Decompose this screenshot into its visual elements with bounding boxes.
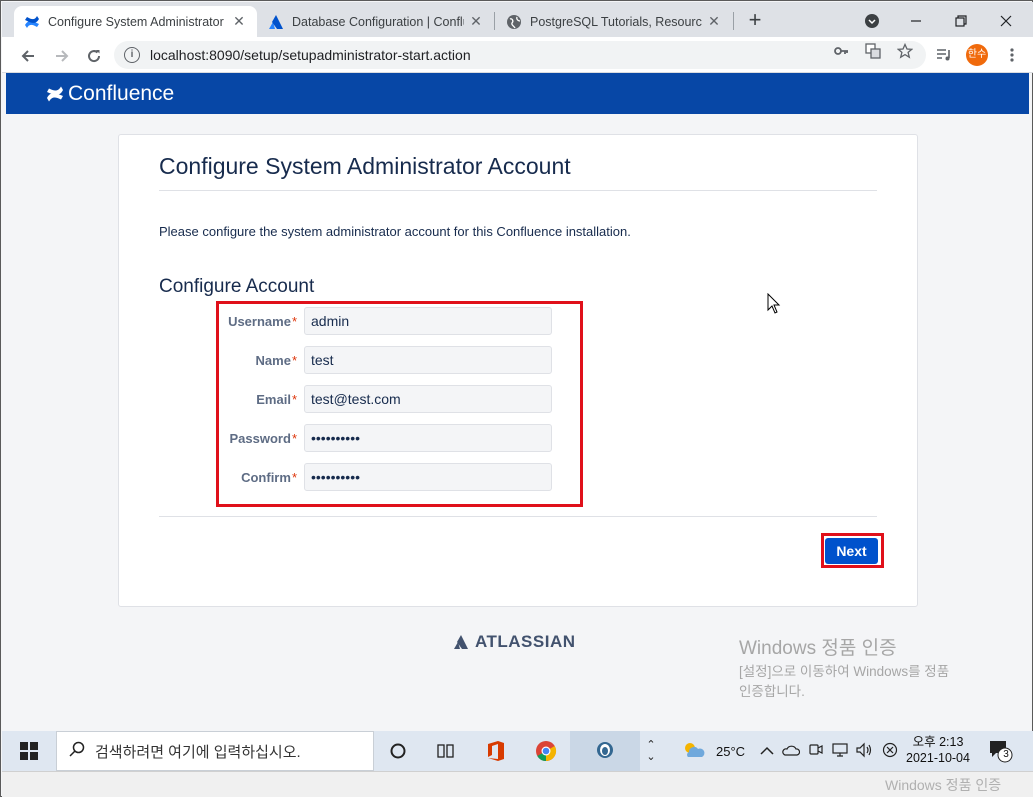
url-text: localhost:8090/setup/setupadministrator-…	[150, 47, 471, 63]
weather-icon	[685, 743, 705, 757]
name-field[interactable]	[304, 346, 552, 374]
password-field[interactable]	[304, 424, 552, 452]
setup-card: Configure System Administrator Account P…	[118, 134, 918, 607]
vm-status-bar: Windows 정품 인증	[2, 771, 1033, 797]
menu-icon[interactable]	[1000, 43, 1024, 67]
volume-icon[interactable]	[856, 742, 874, 761]
network-icon[interactable]	[832, 742, 848, 761]
back-icon[interactable]	[16, 43, 40, 67]
task-view-icon[interactable]	[422, 731, 470, 771]
close-icon[interactable]: ✕	[468, 13, 484, 30]
pgadmin-icon[interactable]	[570, 731, 640, 771]
search-icon	[69, 741, 85, 762]
close-icon[interactable]: ✕	[231, 13, 247, 30]
tab-separator	[494, 12, 495, 30]
username-row: Username*	[217, 307, 557, 337]
tray-chevron-up-icon[interactable]	[760, 744, 774, 759]
confirm-password-field[interactable]	[304, 463, 552, 491]
chrome-icon[interactable]	[522, 731, 570, 771]
tab-title: Database Configuration | Conflu	[292, 14, 464, 29]
tab-postgresql[interactable]: PostgreSQL Tutorials, Resources ✕	[496, 6, 732, 37]
confirm-row: Confirm*	[217, 463, 557, 493]
section-title: Configure Account	[159, 276, 315, 297]
watermark-line2: [설정]으로 이동하여 Windows를 정품	[739, 664, 950, 679]
tab-title: PostgreSQL Tutorials, Resources	[530, 14, 702, 29]
notification-count: 3	[1003, 749, 1009, 760]
weather-temp: 25°C	[716, 743, 746, 759]
name-label: Name*	[255, 353, 297, 368]
meet-now-icon[interactable]	[808, 742, 824, 761]
bookmark-star-icon[interactable]	[896, 42, 914, 61]
password-label: Password*	[229, 431, 297, 446]
confluence-icon	[24, 14, 40, 30]
tab-title: Configure System Administrator	[48, 14, 224, 29]
notification-center-icon[interactable]: 3	[988, 739, 1014, 763]
profile-avatar[interactable]: 한수	[966, 44, 988, 66]
page-description: Please configure the system administrato…	[159, 224, 631, 239]
atlassian-icon	[268, 14, 284, 30]
close-icon[interactable]: ✕	[706, 13, 722, 30]
next-button[interactable]: Next	[825, 538, 878, 564]
tab-search-icon[interactable]	[850, 6, 894, 34]
address-bar[interactable]: i localhost:8090/setup/setupadministrato…	[114, 41, 926, 69]
taskbar-overflow-icon[interactable]: ⌃ ⌄	[642, 731, 660, 771]
close-window-button[interactable]	[984, 6, 1028, 34]
media-control-icon[interactable]	[932, 43, 956, 67]
atlassian-footer-logo[interactable]: ATLASSIAN	[453, 632, 576, 652]
page-title: Configure System Administrator Account	[159, 153, 571, 179]
confirm-label: Confirm*	[241, 470, 297, 485]
tab-strip: Configure System Administrator ✕ Databas…	[2, 2, 1033, 37]
status-watermark: Windows 정품 인증	[885, 777, 1002, 793]
name-row: Name*	[217, 346, 557, 376]
ime-status-icon[interactable]	[882, 742, 898, 761]
key-icon[interactable]	[832, 43, 850, 61]
browser-toolbar: i localhost:8090/setup/setupadministrato…	[2, 37, 1033, 73]
username-field[interactable]	[304, 307, 552, 335]
taskbar-search-input[interactable]: 검색하려면 여기에 입력하십시오.	[56, 731, 374, 771]
onedrive-icon[interactable]	[782, 744, 801, 759]
search-placeholder: 검색하려면 여기에 입력하십시오.	[95, 743, 301, 761]
username-label: Username*	[228, 314, 297, 329]
tab-database-config[interactable]: Database Configuration | Conflu ✕	[258, 6, 494, 37]
forward-icon[interactable]	[50, 43, 74, 67]
cortana-icon[interactable]	[374, 731, 422, 771]
reload-icon[interactable]	[82, 43, 106, 67]
new-tab-button[interactable]: +	[742, 8, 768, 34]
minimize-button[interactable]	[894, 6, 938, 34]
confluence-logo[interactable]: Confluence	[46, 82, 174, 106]
globe-icon	[506, 14, 522, 30]
watermark-line1: Windows 정품 인증	[739, 638, 897, 659]
office-icon[interactable]	[472, 731, 520, 771]
weather-widget[interactable]: 25°C	[682, 731, 745, 771]
info-icon[interactable]: i	[124, 47, 140, 63]
email-field[interactable]	[304, 385, 552, 413]
email-row: Email*	[217, 385, 557, 415]
windows-taskbar: 검색하려면 여기에 입력하십시오. ⌃ ⌄ 25°C 오후 2:13 2021-…	[2, 731, 1033, 771]
watermark-line3: 인증합니다.	[739, 684, 805, 699]
email-label: Email*	[256, 392, 297, 407]
windows-activation-watermark: Windows 정품 인증 [설정]으로 이동하여 Windows를 정품 인증…	[739, 633, 949, 702]
confluence-header: Confluence	[6, 73, 1029, 114]
form-divider	[159, 516, 877, 517]
windows-start-icon[interactable]	[20, 742, 38, 763]
system-tray	[760, 731, 898, 771]
password-row: Password*	[217, 424, 557, 454]
app-name: Confluence	[68, 81, 175, 105]
clock-time: 오후 2:13	[912, 735, 964, 749]
title-divider	[159, 190, 877, 191]
clock-date: 2021-10-04	[906, 751, 970, 765]
footer-brand: ATLASSIAN	[475, 632, 576, 651]
translate-icon[interactable]	[864, 43, 882, 61]
atlassian-icon	[454, 635, 468, 649]
confluence-icon	[47, 86, 63, 101]
browser-window: Configure System Administrator ✕ Databas…	[0, 0, 1033, 797]
tab-configure-admin[interactable]: Configure System Administrator ✕	[14, 6, 257, 37]
mouse-cursor-icon	[767, 292, 781, 318]
restore-button[interactable]	[939, 6, 983, 34]
taskbar-clock[interactable]: 오후 2:13 2021-10-04	[900, 734, 976, 766]
tab-separator	[733, 12, 734, 30]
